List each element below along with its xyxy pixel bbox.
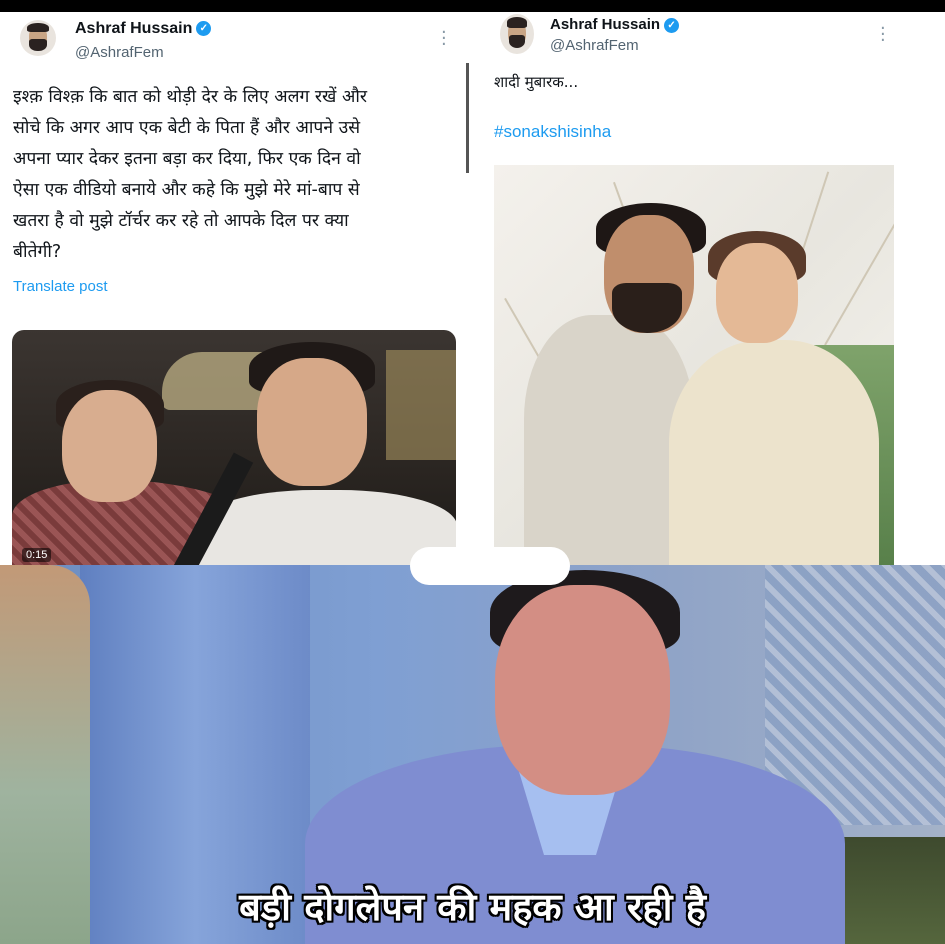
tweet-text-line: सोचे कि अगर आप एक बेटी के पिता हैं और आप…	[13, 118, 361, 138]
tweet-text-line: इश्क़ विश्क़ कि बात को थोड़ी देर के लिए …	[13, 87, 367, 107]
tweet-text-line: ऐसा एक वीडियो बनाये और कहे कि मुझे मेरे …	[13, 180, 360, 200]
meme-caption: बड़ी दोगलेपन की महक आ रही है	[239, 885, 706, 929]
tweet-text-line: बीतेगी?	[13, 242, 62, 262]
author-handle[interactable]: @AshrafFem	[550, 37, 639, 54]
verified-badge-icon: ✓	[196, 21, 212, 37]
redacted-label	[410, 547, 570, 585]
author-name-text: Ashraf Hussain	[75, 20, 193, 37]
author-name-text: Ashraf Hussain	[550, 16, 661, 33]
tweet-photo[interactable]	[494, 165, 894, 565]
author-name[interactable]: Ashraf Hussain ✓	[75, 20, 212, 38]
author-avatar[interactable]	[20, 20, 56, 56]
hashtag-link[interactable]: #sonakshisinha	[494, 122, 611, 142]
tweet-text: इश्क़ विश्क़ कि बात को थोड़ी देर के लिए …	[13, 82, 453, 268]
author-name[interactable]: Ashraf Hussain ✓	[550, 16, 680, 33]
tweet-text-line: खतरा है वो मुझे टॉर्चर कर रहे तो आपके दि…	[13, 211, 349, 231]
video-timer: 0:15	[22, 548, 52, 562]
tweet-text-line: अपना प्यार देकर इतना बड़ा कर दिया, फिर ए…	[13, 149, 361, 169]
author-handle[interactable]: @AshrafFem	[75, 44, 164, 61]
more-options-icon[interactable]: · · ·	[441, 24, 447, 54]
right-tweet-card: Ashraf Hussain ✓ @AshrafFem · · · शादी मुबा…	[470, 12, 945, 565]
left-tweet-card: Ashraf Hussain ✓ @AshrafFem · · · इश्क़ विश…	[0, 12, 466, 565]
translate-post-link[interactable]: Translate post	[13, 278, 108, 295]
author-avatar[interactable]	[500, 14, 534, 54]
video-person-man	[197, 340, 456, 565]
scroll-divider	[466, 63, 469, 173]
tweet-video[interactable]: 0:15	[12, 330, 456, 565]
verified-badge-icon: ✓	[664, 17, 680, 33]
more-options-icon[interactable]: · · ·	[880, 20, 886, 50]
top-black-bar	[0, 0, 945, 12]
tweet-text: शादी मुबारक...	[494, 73, 579, 91]
